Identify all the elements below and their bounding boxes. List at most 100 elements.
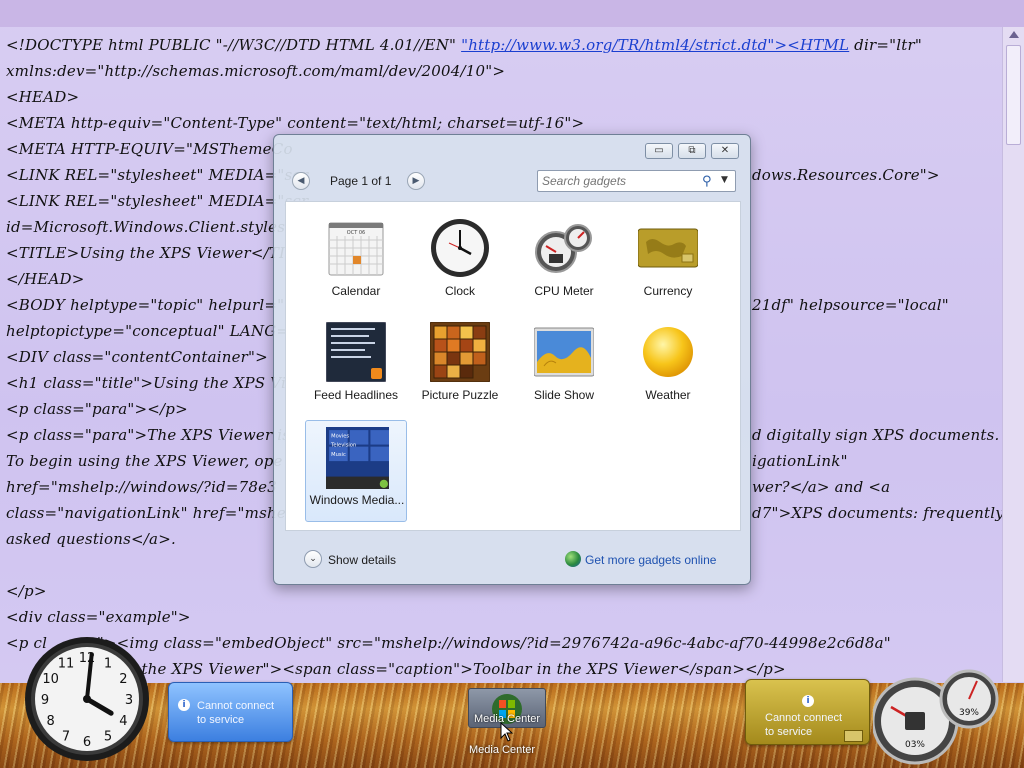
clock-numeral: 4 [119, 714, 127, 729]
currency-chart-icon [844, 730, 863, 742]
gadget-slide-show[interactable]: Slide Show [513, 316, 615, 418]
gadget-cpu-meter[interactable]: CPU Meter [513, 212, 615, 314]
currency-error-line1: Cannot connect [765, 712, 843, 724]
cpu-meter-icon [535, 224, 592, 273]
currency-error-gadget[interactable]: i Cannot connect to service [745, 679, 870, 745]
code-line: <div class="example"> [6, 608, 191, 626]
code-line: <h1 class="title">Using the XPS Vie [6, 374, 295, 392]
feed-error-gadget[interactable]: i Cannot connect to service [168, 682, 293, 742]
page-indicator: Page 1 of 1 [330, 174, 392, 188]
desktop-clock-gadget[interactable]: 1234567891011 12 [24, 636, 150, 762]
code-text: <DIV class="contentContainer"> [6, 348, 268, 366]
gadget-calendar[interactable]: OCT 06 Calendar [305, 212, 407, 314]
editor-scrollbar[interactable] [1002, 27, 1024, 682]
code-line: To begin using the XPS Viewer, ope [6, 452, 283, 470]
puzzle-icon [430, 322, 490, 382]
code-line: <META HTTP-EQUIV="MSThemeCo [6, 140, 293, 158]
media-menu-television: Television [330, 443, 356, 449]
code-text-tail: dir="ltr" [849, 36, 922, 54]
restore-button[interactable]: ⧉ [678, 143, 706, 159]
clock-numeral: 10 [42, 672, 59, 687]
search-dropdown-icon[interactable]: ▼ [721, 175, 728, 185]
code-text: asked questions</a>. [6, 530, 176, 548]
code-text: href="mshelp://windows/?id=78e3 [6, 478, 277, 496]
slideshow-icon [534, 327, 594, 377]
clock-numeral: 3 [125, 693, 133, 708]
code-line: <HEAD> [6, 88, 79, 106]
search-box[interactable]: ⚲ ▼ [537, 170, 736, 192]
gadget-feed-headlines[interactable]: Feed Headlines [305, 316, 407, 418]
gadget-windows-media-center[interactable]: Movies Television Music Windows Media... [305, 420, 407, 522]
currency-icon [638, 228, 698, 268]
clock-numeral: 5 [104, 729, 112, 744]
code-line-right: wer?</a> and <a [752, 478, 891, 496]
code-text: <p class="para"></p> [6, 400, 188, 418]
code-line: <!DOCTYPE html PUBLIC "-//W3C//DTD HTML … [6, 36, 922, 54]
code-line: <DIV class="contentContainer"> [6, 348, 268, 366]
code-line: xmlns:dev="http://schemas.microsoft.com/… [6, 62, 505, 80]
scroll-thumb[interactable] [1006, 45, 1021, 145]
mouse-cursor-icon [500, 722, 514, 742]
clock-numeral: 2 [119, 672, 127, 687]
code-text: <LINK REL="stylesheet" MEDIA="scr [6, 192, 309, 210]
clock-numeral: 9 [41, 693, 49, 708]
minimize-button[interactable]: ▭ [645, 143, 673, 159]
gadget-label: Clock [444, 284, 475, 298]
gadget-weather[interactable]: Weather [617, 316, 719, 418]
code-text: <!DOCTYPE html PUBLIC "-//W3C//DTD HTML … [6, 36, 462, 54]
clock-icon [431, 219, 489, 277]
media-menu-movies: Movies [331, 433, 349, 439]
gadget-label: Slide Show [533, 388, 595, 402]
gadget-label: Picture Puzzle [421, 388, 499, 402]
search-icon[interactable]: ⚲ [702, 174, 712, 189]
code-line-right: 21df" helpsource="local" [752, 296, 949, 314]
code-text: <TITLE>Using the XPS Viewer</TIT [6, 244, 296, 262]
globe-icon [565, 551, 581, 567]
previous-page-button[interactable]: ◀ [292, 172, 310, 190]
clock-numeral: 7 [62, 729, 70, 744]
gadget-label: Calendar [331, 284, 381, 298]
code-line-right: dows.Resources.Core"> [752, 166, 940, 184]
info-icon: i [802, 695, 814, 707]
code-text: id=Microsoft.Windows.Client.styleshe [6, 218, 305, 236]
code-text: <META HTTP-EQUIV="MSThemeCo [6, 140, 293, 158]
code-text: class="navigationLink" href="mshelp [6, 504, 301, 522]
code-line: asked questions</a>. [6, 530, 176, 548]
code-text: <META http-equiv="Content-Type" content=… [6, 114, 585, 132]
code-text: <LINK REL="stylesheet" MEDIA="scr [6, 166, 309, 184]
media-center-caption: Media Center [469, 744, 536, 756]
code-text: <p class="para">The XPS Viewer is [6, 426, 291, 444]
code-line: id=Microsoft.Windows.Client.styleshe [6, 218, 304, 236]
gadget-currency[interactable]: Currency [617, 212, 719, 314]
close-button[interactable]: ✕ [711, 143, 739, 159]
code-line: <p class="para"></p> [6, 400, 188, 418]
feed-error-line1: Cannot connect [197, 700, 275, 712]
search-input[interactable] [542, 173, 692, 189]
clock-numeral: 11 [58, 657, 75, 672]
code-text: To begin using the XPS Viewer, ope [6, 452, 283, 470]
next-page-button[interactable]: ▶ [407, 172, 425, 190]
gadget-label: Windows Media... [309, 493, 405, 507]
code-line-right: d digitally sign XPS documents. [752, 426, 1000, 444]
code-line: <p class="para">The XPS Viewer is [6, 426, 290, 444]
scroll-up-arrow-icon[interactable] [1009, 31, 1019, 38]
code-line: <LINK REL="stylesheet" MEDIA="scr [6, 166, 308, 184]
code-line: </HEAD> [6, 270, 84, 288]
currency-error-line2: to service [765, 726, 813, 738]
code-text: <h1 class="title">Using the XPS Vie [6, 374, 296, 392]
code-link[interactable]: "http://www.w3.org/TR/html4/strict.dtd">… [461, 36, 849, 54]
gadget-clock[interactable]: Clock [409, 212, 511, 314]
cpu-meter-gadget[interactable]: 03% 39% [873, 667, 1003, 767]
get-more-gadgets-link[interactable]: Get more gadgets online [585, 553, 716, 567]
gadget-list: OCT 06 Calendar Clock CPU Meter Currency… [285, 201, 741, 531]
code-line: <LINK REL="stylesheet" MEDIA="scr [6, 192, 308, 210]
code-text: <div class="example"> [6, 608, 191, 626]
code-line: href="mshelp://windows/?id=78e3 [6, 478, 277, 496]
show-details-link[interactable]: Show details [328, 553, 396, 567]
gadget-label: Currency [643, 284, 693, 298]
code-text: </p> [6, 582, 47, 600]
code-text: <HEAD> [6, 88, 80, 106]
show-details-chevron-icon[interactable]: ⌄ [304, 550, 322, 568]
code-line: <META http-equiv="Content-Type" content=… [6, 114, 584, 132]
gadget-picture-puzzle[interactable]: Picture Puzzle [409, 316, 511, 418]
